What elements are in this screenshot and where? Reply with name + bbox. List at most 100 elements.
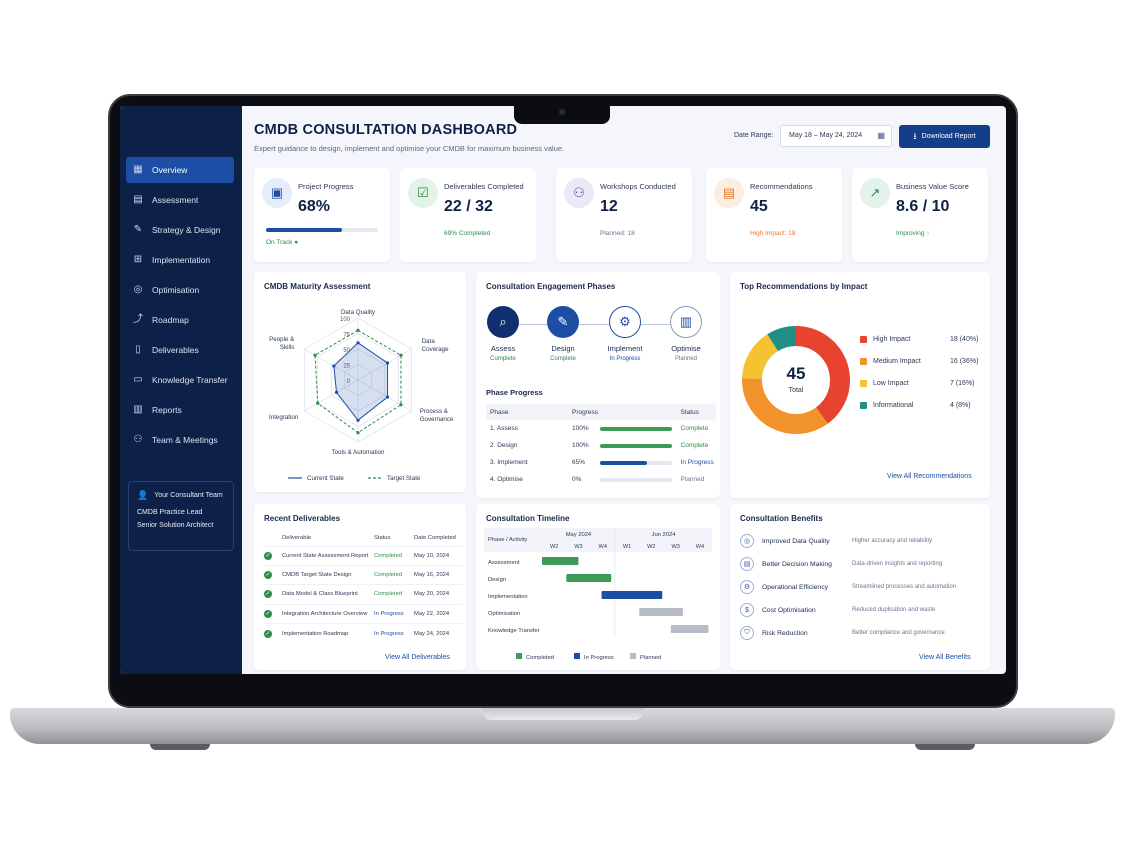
legend-label: High Impact [873, 336, 911, 343]
radar-axis-label: Data [422, 338, 436, 345]
deliverable-status: In Progress [374, 603, 414, 624]
table-row[interactable]: ✓ Implementation Roadmap In Progress May 24… [264, 623, 462, 643]
chart-icon: ⤴ [133, 314, 143, 325]
sidebar: ▦ Overview ▤ Assessment ✎ Strategy & Design… [120, 106, 242, 674]
benefit-desc: Higher accuracy and reliability [852, 538, 933, 544]
benefit-desc: Data-driven insights and reporting [852, 561, 943, 567]
status-dot-icon: ● [294, 239, 299, 246]
kpi-value: 22 / 32 [444, 198, 493, 215]
table-row[interactable]: ✓ Data Model & Class Blueprint Completed Ma… [264, 584, 462, 605]
radar-current-area [333, 342, 389, 422]
sidebar-item-assessment[interactable]: ▤ Assessment [126, 187, 234, 213]
view-all-deliverables-link[interactable]: View All Deliverables [385, 654, 450, 661]
table-row[interactable]: ✓ Current State Assessment Report Complete… [264, 545, 462, 566]
progress-bar [600, 443, 672, 448]
sidebar-item-implementation[interactable]: ⊞ Implementation [126, 247, 234, 273]
gantt-legend-label: Completed [526, 655, 554, 661]
gantt-chart: Phase / Activity May 2024 Jun 2024 W2 W3 W4 W1… [484, 528, 712, 661]
radar-axis-label: Coverage [422, 346, 449, 353]
phase-status: In Progress [680, 459, 714, 466]
sidebar-item-label: Strategy & Design [152, 225, 221, 235]
legend-item: Informational 4 (8%) [860, 402, 971, 409]
view-all-benefits-link[interactable]: View All Benefits [919, 654, 971, 661]
deliverable-status: Completed [374, 564, 414, 585]
sidebar-item-roadmap[interactable]: ⤴ Roadmap [126, 307, 234, 333]
sidebar-item-knowledge-transfer[interactable]: ▭ Knowledge Transfer [126, 367, 234, 393]
benefit-name: Better Decision Making [762, 560, 832, 568]
radar-target-point [313, 353, 317, 357]
benefit-name: Risk Reduction [762, 629, 808, 637]
deliverable-date: May 22, 2024 [414, 603, 462, 624]
gantt-week-label: W3 [574, 544, 582, 550]
radar-axis-label: Skills [280, 344, 294, 351]
phase-status: Complete [550, 356, 576, 362]
download-icon: ⭳ [913, 130, 917, 141]
gantt-bar [670, 625, 709, 633]
table-row[interactable]: ✓ Integration Architecture Overview In Pro… [264, 603, 462, 624]
cog-icon: ⚙ [740, 580, 754, 594]
download-label: Download Report [921, 133, 976, 140]
benefit-desc: Reduced duplication and waste [852, 607, 936, 613]
sidebar-item-overview[interactable]: ▦ Overview [126, 157, 234, 183]
legend-value: 18 (40%) [950, 336, 979, 343]
sidebar-item-optimisation[interactable]: ◎ Optimisation [126, 277, 234, 303]
phase-name: 3. Implement [490, 459, 528, 466]
phase-design[interactable]: ✎ Design Complete [533, 306, 593, 362]
sidebar-item-reports[interactable]: ▥ Reports [126, 397, 234, 423]
phase-implement[interactable]: ⚙ Implement In Progress [595, 306, 655, 362]
progress-bar-fill [600, 426, 672, 431]
sidebar-item-strategy-design[interactable]: ✎ Strategy & Design [126, 217, 234, 243]
panel-title: Top Recommendations by Impact [740, 282, 868, 291]
phase-name: Design [551, 344, 575, 353]
gantt-column-header: Phase / Activity [488, 537, 527, 543]
phase-name: Assess [490, 344, 516, 353]
radar-target-point [399, 353, 403, 357]
legend-swatch [860, 402, 867, 409]
phase-optimise[interactable]: ▥ Optimise Planned [656, 306, 716, 362]
clipboard-icon: ▤ [133, 194, 143, 205]
progress-bar [600, 426, 672, 431]
sidebar-item-label: Team & Meetings [152, 435, 218, 445]
column-header: Phase [486, 404, 568, 420]
kpi-sub: 69% Completed [444, 230, 491, 237]
phase-pct: 100% [572, 442, 589, 449]
kpi-workshops: ⚇ Workshops Conducted 12 Planned: 18 [556, 168, 692, 262]
coins-icon: $ [740, 603, 754, 617]
phase-name: Optimise [671, 344, 701, 353]
date-range-picker[interactable]: May 18 – May 24, 2024 ▦ [780, 125, 892, 147]
phase-status: Complete [680, 425, 709, 432]
laptop-foot [915, 744, 975, 750]
kpi-sub-text: On Track [266, 239, 293, 246]
deliverable-name: Current State Assessment Report [282, 545, 374, 566]
date-range-value: May 18 – May 24, 2024 [789, 132, 863, 139]
phase-progress-row: 3. Implement 65% In Progress [486, 454, 716, 471]
sidebar-item-team-meetings[interactable]: ⚇ Team & Meetings [126, 427, 234, 453]
phases-panel: Consultation Engagement Phases ⌕ Assess … [476, 272, 720, 498]
view-all-recommendations-link[interactable]: View All Recommendations [887, 473, 972, 480]
table-row[interactable]: ✓ CMDB Target State Design Completed May 16… [264, 564, 462, 585]
sidebar-item-deliverables[interactable]: ▯ Deliverables [126, 337, 234, 363]
check-circle-icon: ✓ [264, 571, 272, 580]
sidebar-nav: ▦ Overview ▤ Assessment ✎ Strategy & Design… [126, 157, 234, 457]
phase-bar-cell [596, 454, 677, 471]
panel-title: Recent Deliverables [264, 514, 341, 523]
gantt-week-label: W2 [647, 544, 655, 550]
phase-name: 2. Design [490, 442, 518, 449]
download-report-button[interactable]: ⭳ Download Report [899, 125, 990, 148]
progress-bar-fill [600, 460, 647, 465]
phase-progress-table: Phase Progress Status 1. Assess 100% Compl… [486, 404, 716, 488]
legend-current-label: Current State [307, 475, 344, 482]
radar-target-point [316, 401, 320, 405]
gantt-legend-swatch [630, 653, 636, 659]
progress-bar [600, 477, 672, 482]
shield-icon: ⛉ [740, 626, 754, 640]
phase-assess[interactable]: ⌕ Assess Complete [473, 306, 533, 362]
check-cell: ✓ [264, 603, 282, 624]
grid-icon: ▦ [133, 164, 143, 175]
benefit-name: Operational Efficiency [762, 583, 828, 591]
kpi-value: 68% [298, 198, 331, 215]
sidebar-item-label: Roadmap [152, 315, 189, 325]
sidebar-item-label: Knowledge Transfer [152, 375, 228, 385]
deliverable-date: May 20, 2024 [414, 584, 462, 605]
deliverable-name: Data Model & Class Blueprint [282, 584, 374, 605]
